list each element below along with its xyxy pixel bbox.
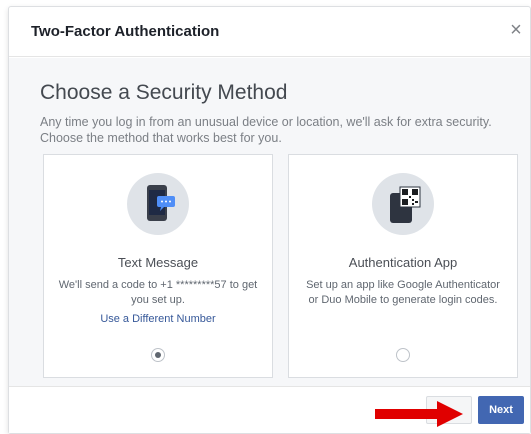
phone-message-icon — [127, 173, 189, 235]
dialog-body: Choose a Security Method Any time you lo… — [9, 58, 530, 386]
authentication-app-radio[interactable] — [396, 348, 410, 362]
use-different-number-link[interactable]: Use a Different Number — [44, 313, 272, 325]
dialog-title: Two-Factor Authentication — [31, 23, 220, 40]
method-description: We'll send a code to +1 *********57 to g… — [58, 279, 258, 306]
text-message-radio[interactable] — [151, 348, 165, 362]
method-card-text-message[interactable]: Text Message We'll send a code to +1 ***… — [43, 154, 273, 378]
method-title: Text Message — [117, 255, 199, 270]
close-icon[interactable]: × — [506, 19, 526, 41]
qr-code-icon — [372, 173, 434, 235]
dialog-header: Two-Factor Authentication × — [9, 7, 530, 57]
two-factor-dialog: Two-Factor Authentication × Choose a Sec… — [8, 6, 531, 434]
method-title: Authentication App — [348, 255, 458, 270]
method-card-authentication-app[interactable]: Authentication App Set up an app like Go… — [288, 154, 518, 378]
next-button[interactable]: Next — [478, 396, 524, 424]
annotation-arrow-icon — [375, 401, 463, 427]
page-description: Any time you log in from an unusual devi… — [40, 115, 492, 145]
page-title: Choose a Security Method — [40, 81, 288, 104]
method-description: Set up an app like Google Authenticator … — [306, 279, 500, 306]
